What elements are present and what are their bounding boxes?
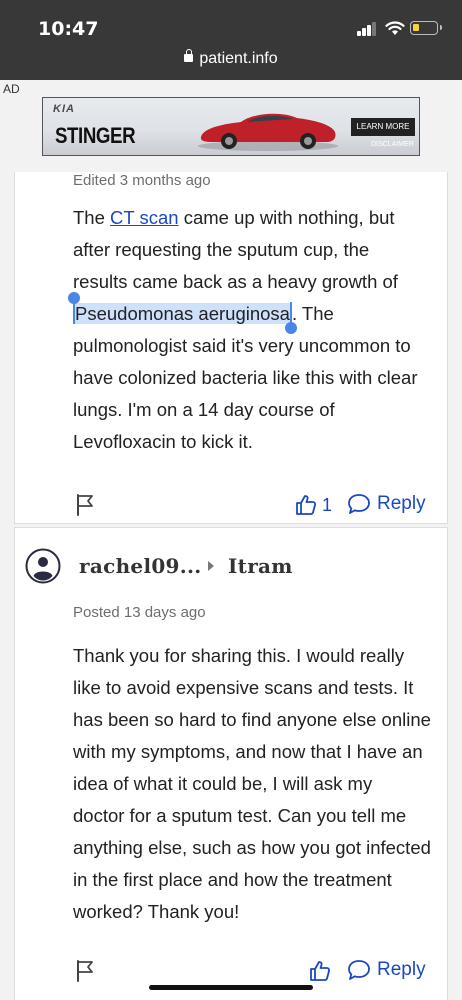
flag-icon[interactable] (75, 494, 95, 516)
comment-username[interactable]: rachel09... (79, 554, 202, 578)
thumbs-up-icon (296, 495, 317, 515)
comments-thread: Edited 3 months ago The CT scan came up … (0, 172, 462, 1000)
body-line: results came back as a heavy growth of (73, 271, 398, 292)
body-line: have colonized bacteria like this with c… (73, 367, 418, 388)
body-line: Levofloxacin to kick it. (73, 431, 253, 452)
body-line: like to avoid expensive scans and tests.… (73, 677, 414, 698)
comment-meta: Edited 3 months ago (73, 172, 211, 189)
ct-scan-link[interactable]: CT scan (110, 207, 179, 228)
reply-to-arrow-icon (208, 561, 214, 571)
user-avatar-icon[interactable] (25, 548, 61, 584)
speech-bubble-icon (348, 960, 370, 980)
body-line: has been so hard to find anyone else onl… (73, 709, 431, 730)
body-line: lungs. I'm on a 14 day course of (73, 399, 335, 420)
body-line: anything else, such as how you got infec… (73, 837, 431, 858)
thumbs-up-icon (310, 961, 331, 981)
reply-label: Reply (377, 493, 426, 514)
comment-meta: Posted 13 days ago (73, 604, 206, 621)
car-image (198, 113, 338, 151)
ad-title: STINGER (55, 123, 136, 148)
lock-icon (184, 49, 194, 62)
ad-brand-logo: KIA (53, 103, 75, 115)
home-indicator[interactable] (149, 985, 313, 990)
selected-text[interactable]: Pseudomonas aeruginosa (75, 303, 290, 324)
reply-button[interactable]: Reply (347, 959, 426, 981)
reply-to-username[interactable]: Itram (228, 554, 293, 578)
status-time: 10:47 (38, 18, 99, 40)
battery-icon (410, 21, 442, 35)
wifi-icon (385, 21, 405, 35)
comment-card: rachel09... Itram Posted 13 days ago Tha… (14, 527, 448, 1000)
signal-icon (357, 22, 379, 36)
reply-button[interactable]: Reply (347, 493, 426, 515)
comment-card: Edited 3 months ago The CT scan came up … (14, 172, 448, 524)
comment-body: Thank you for sharing this. I would real… (73, 640, 433, 928)
reply-label: Reply (377, 959, 426, 980)
body-line: The CT scan came up with nothing, but (73, 207, 395, 228)
body-line: with my symptoms, and now that I have an (73, 741, 423, 762)
ad-area: AD KIA STINGER LEARN MORE DISCLAIMER (0, 80, 462, 172)
body-line: in the first place and how the treatment (73, 869, 392, 890)
speech-bubble-icon (348, 494, 370, 514)
body-line: Pseudomonas aeruginosa. The (68, 292, 334, 334)
body-line: pulmonologist said it's very uncommon to (73, 335, 411, 356)
ad-banner[interactable]: KIA STINGER LEARN MORE DISCLAIMER (42, 97, 420, 156)
body-line: worked? Thank you! (73, 901, 240, 922)
learn-more-button[interactable]: LEARN MORE (351, 118, 415, 136)
comment-body: The CT scan came up with nothing, but af… (68, 202, 433, 458)
body-line: after requesting the sputum cup, the (73, 239, 370, 260)
selection-start-handle[interactable] (68, 292, 80, 324)
like-button[interactable] (309, 960, 331, 982)
selection-end-handle[interactable] (284, 302, 297, 334)
body-line: doctor for a sputum test. Can you tell m… (73, 805, 407, 826)
url-text: patient.info (199, 50, 278, 67)
url-bar[interactable]: patient.info (0, 49, 462, 68)
like-count: 1 (322, 494, 333, 515)
body-line: idea of what it could be, I will ask my (73, 773, 373, 794)
like-button[interactable]: 1 (295, 494, 332, 516)
flag-icon[interactable] (75, 960, 95, 982)
ad-label: AD (3, 82, 20, 96)
status-bar: 10:47 patient.info (0, 0, 462, 80)
ad-disclaimer-link[interactable]: DISCLAIMER (371, 141, 414, 148)
body-line: Thank you for sharing this. I would real… (73, 645, 405, 666)
